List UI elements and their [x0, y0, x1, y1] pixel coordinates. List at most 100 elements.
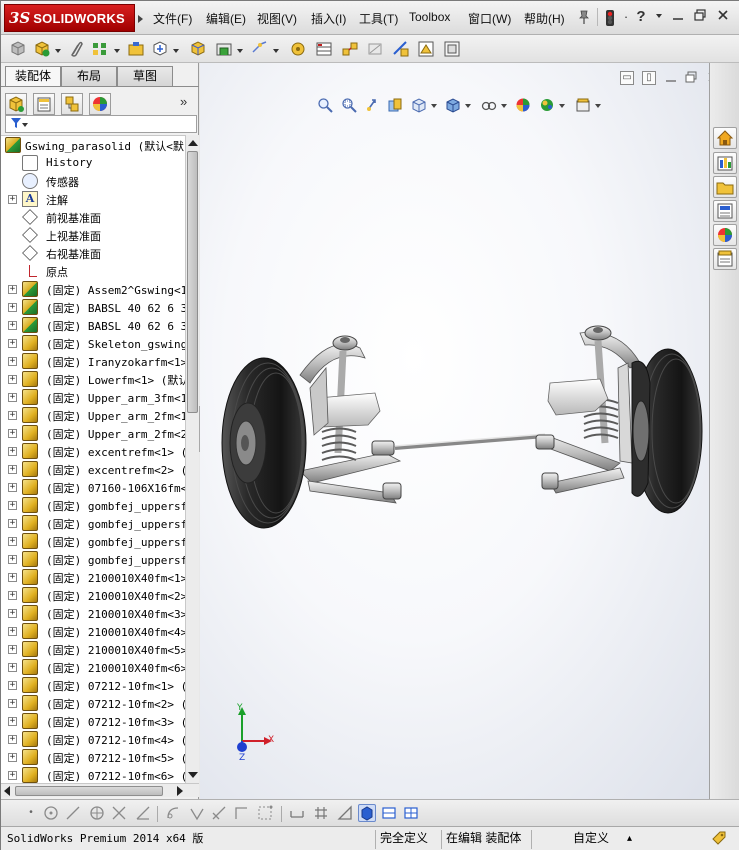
smart-fasteners-icon[interactable]	[127, 40, 145, 58]
filter-dropdown-caret[interactable]	[22, 123, 28, 127]
show-hidden-icon[interactable]	[189, 40, 207, 58]
tree-item[interactable]: + (固定) 07212-10fm<4> (默	[1, 730, 185, 748]
expand-toggle-icon[interactable]: +	[8, 393, 17, 402]
tree-item[interactable]: 原点	[1, 262, 185, 280]
tree-filter[interactable]	[5, 115, 197, 133]
reference-geometry-caret[interactable]	[273, 49, 279, 53]
move-component-caret[interactable]	[173, 49, 179, 53]
tree-item[interactable]: + (固定) 07212-10fm<3> (默	[1, 712, 185, 730]
tree-item[interactable]: 传感器	[1, 172, 185, 190]
instant3d-icon[interactable]	[443, 40, 461, 58]
menu-window[interactable]: 窗口(W)	[468, 10, 511, 27]
help-icon[interactable]: ?	[634, 9, 648, 25]
expand-toggle-icon[interactable]: +	[8, 465, 17, 474]
expand-toggle-icon[interactable]: +	[8, 357, 17, 366]
traffic-light-icon[interactable]	[603, 9, 617, 26]
tree-item[interactable]: + (固定) excentrefm<1> (默	[1, 442, 185, 460]
expand-toggle-icon[interactable]: +	[8, 663, 17, 672]
expand-toggle-icon[interactable]: +	[8, 753, 17, 762]
tree-root-assembly[interactable]: Gswing_parasolid (默认<默	[1, 136, 185, 154]
expand-toggle-icon[interactable]: +	[8, 573, 17, 582]
expand-toggle-icon[interactable]: +	[8, 591, 17, 600]
shaded-sketch-icon[interactable]	[358, 804, 376, 822]
expand-toggle-icon[interactable]: +	[8, 699, 17, 708]
expand-toggle-icon[interactable]: +	[8, 537, 17, 546]
expand-toggle-icon[interactable]: +	[8, 681, 17, 690]
configuration-manager-icon[interactable]	[61, 93, 83, 115]
clearance-verification-icon[interactable]	[417, 40, 435, 58]
file-explorer-icon[interactable]	[713, 176, 737, 198]
insert-component-caret[interactable]	[55, 49, 61, 53]
trim-entities-icon[interactable]	[111, 805, 127, 821]
tab-assembly[interactable]: 装配体	[5, 66, 61, 87]
solidworks-logo[interactable]: 3S SOLIDWORKS	[4, 4, 135, 32]
status-units-custom[interactable]: 自定义	[541, 830, 613, 849]
tree-item[interactable]: + (固定) 07212-10fm<1> (默	[1, 676, 185, 694]
assembly-features-caret[interactable]	[237, 49, 243, 53]
tree-item[interactable]: + (固定) gombfej_uppersfm	[1, 514, 185, 532]
spline-icon[interactable]	[257, 805, 273, 821]
custom-properties-icon[interactable]	[713, 248, 737, 270]
expand-toggle-icon[interactable]: +	[8, 735, 17, 744]
assembly-features-icon[interactable]	[215, 40, 233, 58]
tree-item[interactable]: + (固定) gombfej_uppersfm	[1, 532, 185, 550]
menu-view[interactable]: 视图(V)	[257, 10, 297, 27]
line-icon[interactable]	[65, 805, 81, 821]
menu-help[interactable]: 帮助(H)	[524, 10, 565, 27]
offset-entities-icon[interactable]	[165, 805, 181, 821]
menu-toolbox[interactable]: Toolbox	[409, 10, 450, 24]
sketch-slot-icon[interactable]	[289, 805, 305, 821]
close-icon[interactable]	[716, 9, 730, 25]
tree-item[interactable]: + (固定) excentrefm<2> (默	[1, 460, 185, 478]
scroll-left-arrow[interactable]	[4, 786, 10, 796]
tree-item[interactable]: + (固定) Lowerfm<1> (默认	[1, 370, 185, 388]
expand-toggle-icon[interactable]: +	[8, 375, 17, 384]
grid-icon[interactable]	[313, 805, 329, 821]
scroll-right-arrow[interactable]	[177, 786, 183, 796]
units-dropdown-caret[interactable]: ▴	[623, 830, 636, 849]
help-dropdown-caret[interactable]	[656, 14, 662, 18]
corner-rectangle-icon[interactable]	[233, 805, 249, 821]
mirror-entities-icon[interactable]	[189, 805, 205, 821]
tree-item[interactable]: + (固定) 2100010X40fm<5>	[1, 640, 185, 658]
expand-toggle-icon[interactable]: +	[8, 609, 17, 618]
bill-of-materials-icon[interactable]	[315, 40, 333, 58]
expand-toggle-icon[interactable]: +	[8, 411, 17, 420]
expand-toggle-icon[interactable]: +	[8, 447, 17, 456]
tree-item[interactable]: + (固定) gombfej_uppersfm	[1, 496, 185, 514]
solidworks-resources-icon[interactable]	[713, 127, 737, 149]
tree-item[interactable]: + (固定) 2100010X40fm<3>	[1, 604, 185, 622]
tree-item[interactable]: 右视基准面	[1, 244, 185, 262]
graphics-area[interactable]: ▭ ▯ X Y Z	[200, 63, 709, 799]
expand-toggle-icon[interactable]: +	[8, 519, 17, 528]
reference-geometry-icon[interactable]	[251, 40, 269, 58]
expand-toggle-icon[interactable]: +	[8, 483, 17, 492]
tree-item[interactable]: + (固定) Upper_arm_2fm<1>	[1, 406, 185, 424]
expand-toggle-icon[interactable]: +	[8, 429, 17, 438]
expand-toggle-icon[interactable]: +	[8, 555, 17, 564]
tag-icon[interactable]	[707, 830, 731, 849]
scroll-up-arrow[interactable]	[188, 140, 198, 146]
tree-item[interactable]: + (固定) Upper_arm_2fm<2>	[1, 424, 185, 442]
hscroll-thumb[interactable]	[15, 786, 163, 796]
expand-panel-chevron[interactable]: »	[180, 94, 187, 109]
expand-toggle-icon[interactable]: +	[8, 771, 17, 780]
tree-item[interactable]: + (固定) gombfej_uppersfm	[1, 550, 185, 568]
tree-item[interactable]: History	[1, 154, 185, 172]
circle-icon[interactable]	[43, 805, 59, 821]
construction-line-icon[interactable]	[135, 805, 151, 821]
tree-item[interactable]: + (固定) 07212-10fm<6> (默	[1, 766, 185, 783]
interference-detection-icon[interactable]	[392, 40, 410, 58]
quick-snaps-icon[interactable]	[381, 805, 397, 821]
logo-flyout-arrow[interactable]	[138, 15, 143, 23]
exploded-view-icon[interactable]	[341, 40, 359, 58]
insert-component-icon[interactable]	[33, 40, 51, 58]
linear-pattern-icon[interactable]	[91, 40, 109, 58]
expand-toggle-icon[interactable]: +	[8, 303, 17, 312]
expand-toggle-icon[interactable]: +	[8, 195, 17, 204]
property-manager-icon[interactable]	[33, 93, 55, 115]
expand-toggle-icon[interactable]: +	[8, 645, 17, 654]
tree-item[interactable]: + (固定) 07160-106X16fm<1	[1, 478, 185, 496]
tree-item[interactable]: + (固定) Skeleton_gswingf	[1, 334, 185, 352]
polygon-icon[interactable]	[89, 805, 105, 821]
